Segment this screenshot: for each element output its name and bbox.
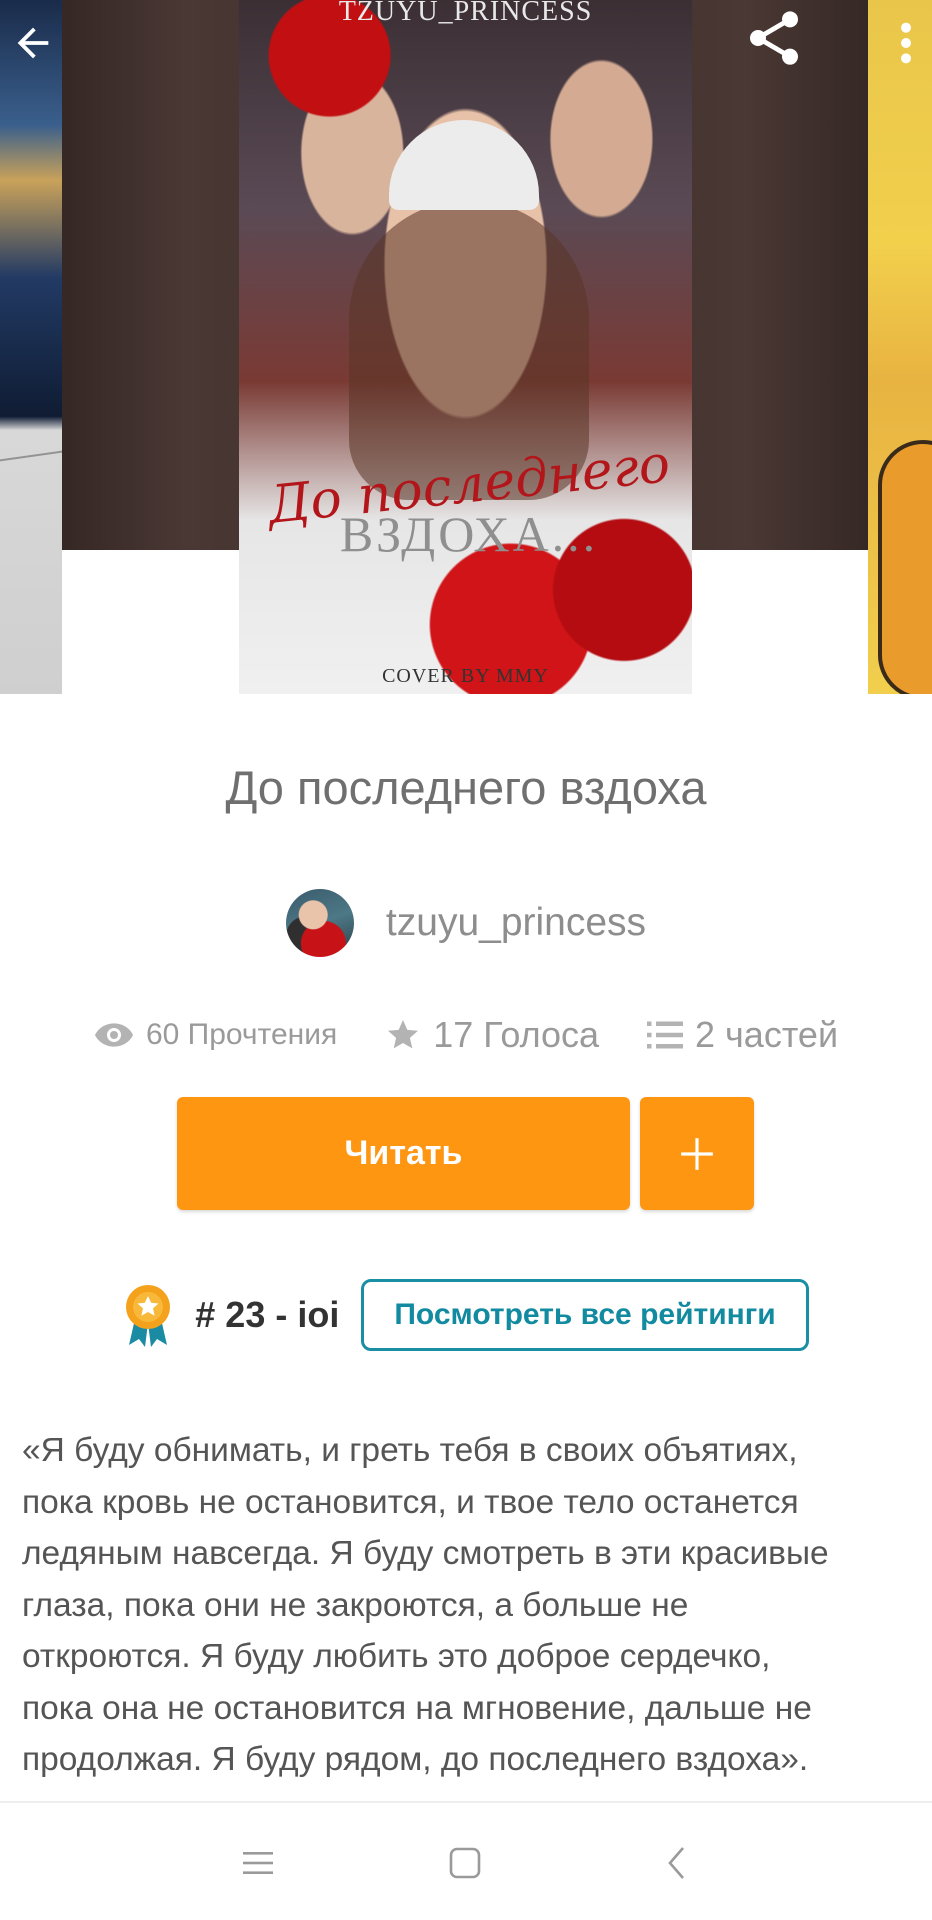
cover-cap [389, 120, 539, 210]
parts-count: 2 частей [695, 1014, 839, 1055]
story-stats: 60 Прочтения 17 Голоса 2 частей [0, 1010, 932, 1060]
square-icon [449, 1847, 481, 1879]
parts-stat: 2 частей [647, 1014, 838, 1056]
votes-count: 17 Голоса [433, 1014, 600, 1055]
more-options-button[interactable] [886, 10, 926, 76]
story-cover-image[interactable]: TZUYU_PRINCESS ВЗДОХА... До последнего C… [239, 0, 692, 694]
view-all-rankings-button[interactable]: Посмотреть все рейтинги [361, 1279, 809, 1351]
bear-illustration [878, 440, 932, 694]
cover-credit-text: COVER BY MMY [382, 665, 549, 687]
cover-author-text: TZUYU_PRINCESS [338, 0, 593, 27]
recent-apps-button[interactable] [218, 1823, 298, 1903]
back-button[interactable] [0, 10, 66, 76]
ranking-text: # 23 - ioi [195, 1294, 340, 1335]
story-title: До последнего вздоха [225, 761, 707, 814]
share-button[interactable] [738, 2, 810, 74]
menu-icon [243, 1852, 273, 1874]
system-back-button[interactable] [636, 1823, 716, 1903]
views-stat: 60 Прочтения [94, 1018, 337, 1052]
story-details-screen: TZUYU_PRINCESS ВЗДОХА... До последнего C… [0, 0, 932, 1920]
chevron-left-icon [668, 1847, 684, 1879]
votes-stat: 17 Голоса [385, 1014, 599, 1056]
star-icon [388, 1020, 419, 1049]
views-count: 60 Прочтения [145, 1018, 338, 1051]
ranking-badge-icon [123, 1283, 173, 1347]
more-vertical-icon [901, 22, 911, 64]
next-story-cover[interactable] [868, 0, 932, 694]
add-to-library-button[interactable] [640, 1097, 754, 1210]
list-icon [647, 1021, 684, 1049]
author-row[interactable]: tzuyu_princess [0, 888, 932, 958]
story-actions: Читать [177, 1097, 754, 1210]
system-navigation-bar [0, 1803, 932, 1920]
home-button[interactable] [425, 1823, 505, 1903]
cover-carousel[interactable]: TZUYU_PRINCESS ВЗДОХА... До последнего C… [0, 0, 932, 694]
arrow-left-icon [17, 27, 49, 59]
share-icon [750, 11, 798, 65]
ranking-row: # 23 - ioi Посмотреть все рейтинги [0, 1277, 932, 1353]
eye-icon [94, 1023, 133, 1047]
author-avatar[interactable] [285, 889, 354, 957]
read-button[interactable]: Читать [177, 1097, 630, 1210]
plus-icon [681, 1137, 713, 1170]
story-description: «Я буду обнимать, и греть тебя в своих о… [22, 1432, 829, 1778]
previous-story-cover[interactable] [0, 0, 62, 694]
author-name[interactable]: tzuyu_princess [386, 901, 646, 945]
